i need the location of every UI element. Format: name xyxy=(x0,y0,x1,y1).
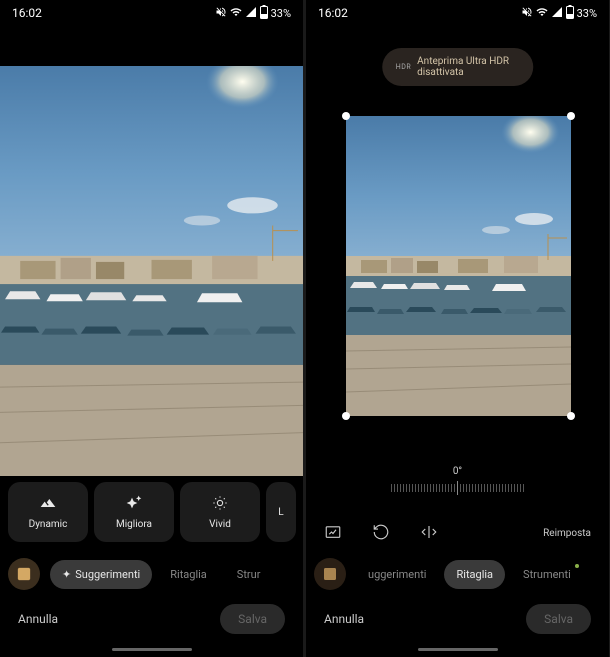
battery-icon xyxy=(566,5,574,22)
battery-icon xyxy=(260,5,268,22)
save-button[interactable]: Salva xyxy=(220,604,285,634)
save-button[interactable]: Salva xyxy=(526,604,591,634)
status-bar: 16:02 33% xyxy=(306,0,609,26)
suggestion-dynamic[interactable]: Dynamic xyxy=(8,482,88,542)
rotation-slider[interactable] xyxy=(391,481,524,495)
crop-handle-br[interactable] xyxy=(567,412,575,420)
rotation-angle: 0° xyxy=(453,466,462,477)
photo-preview[interactable] xyxy=(0,66,303,476)
hdr-toast[interactable]: HDR Anteprima Ultra HDR disattivata xyxy=(382,48,534,86)
bottom-tabs: uggerimenti Ritaglia Strumenti Regola xyxy=(306,558,609,590)
tab-tools-partial[interactable]: Strur xyxy=(225,560,273,589)
tab-tools[interactable]: Strumenti xyxy=(511,560,583,589)
signal-icon xyxy=(551,6,563,21)
action-row: Annulla Salva xyxy=(0,604,303,648)
hdr-badge: HDR xyxy=(396,63,411,71)
sun-icon xyxy=(212,495,228,515)
action-row: Annulla Salva xyxy=(306,604,609,648)
wifi-icon xyxy=(230,6,242,21)
rotate-button[interactable] xyxy=(372,523,390,544)
tab-suggestions-partial[interactable]: uggerimenti xyxy=(356,560,438,589)
photo-viewport xyxy=(0,26,303,476)
suggestion-enhance[interactable]: Migliora xyxy=(94,482,174,542)
suggestion-vivid[interactable]: Vivid xyxy=(180,482,260,542)
crop-handle-bl[interactable] xyxy=(342,412,350,420)
battery-percent: 33% xyxy=(577,7,597,20)
crop-handle-tl[interactable] xyxy=(342,112,350,120)
clock: 16:02 xyxy=(318,6,348,20)
status-icons: 33% xyxy=(215,5,291,22)
clock: 16:02 xyxy=(12,6,42,20)
wifi-icon xyxy=(536,6,548,21)
magic-editor-button[interactable] xyxy=(314,558,346,590)
aspect-ratio-button[interactable] xyxy=(324,523,342,544)
sparkle-small-icon: ✦ xyxy=(62,568,71,581)
signal-icon xyxy=(245,6,257,21)
nav-handle[interactable] xyxy=(112,648,192,651)
suggestion-label: Vivid xyxy=(209,519,231,530)
tab-suggestions[interactable]: ✦Suggerimenti xyxy=(50,560,152,589)
tab-crop[interactable]: Ritaglia xyxy=(444,560,505,589)
landscape-icon xyxy=(40,495,56,515)
nav-handle[interactable] xyxy=(418,648,498,651)
flip-button[interactable] xyxy=(420,523,438,544)
bottom-tabs: ✦Suggerimenti Ritaglia Strur xyxy=(0,558,303,590)
rotation-control: 0° xyxy=(306,445,609,515)
mute-icon xyxy=(521,6,533,21)
crop-handle-tr[interactable] xyxy=(567,112,575,120)
crop-frame[interactable] xyxy=(346,116,571,416)
crop-tools-row: Reimposta xyxy=(306,523,609,544)
suggestion-row: Dynamic Migliora Vivid L xyxy=(0,482,303,542)
hdr-text: Anteprima Ultra HDR disattivata xyxy=(417,56,519,78)
cancel-button[interactable]: Annulla xyxy=(18,612,58,626)
suggestion-label: Migliora xyxy=(116,519,152,530)
mute-icon xyxy=(215,6,227,21)
phone-right: 16:02 33% HDR Anteprima Ultra HDR disatt… xyxy=(306,0,609,657)
suggestion-label: Dynamic xyxy=(29,519,68,530)
sparkle-icon xyxy=(126,495,142,515)
tab-crop[interactable]: Ritaglia xyxy=(158,560,219,589)
photo-viewport xyxy=(306,26,609,445)
phone-left: 16:02 33% xyxy=(0,0,303,657)
status-bar: 16:02 33% xyxy=(0,0,303,26)
suggestion-label: L xyxy=(278,507,283,518)
status-icons: 33% xyxy=(521,5,597,22)
cancel-button[interactable]: Annulla xyxy=(324,612,364,626)
reset-button[interactable]: Reimposta xyxy=(543,528,591,539)
tab-adjust-partial[interactable]: Regola xyxy=(589,560,601,589)
magic-editor-button[interactable] xyxy=(8,558,40,590)
new-indicator-dot xyxy=(575,564,579,568)
battery-percent: 33% xyxy=(271,7,291,20)
suggestion-partial[interactable]: L xyxy=(266,482,296,542)
